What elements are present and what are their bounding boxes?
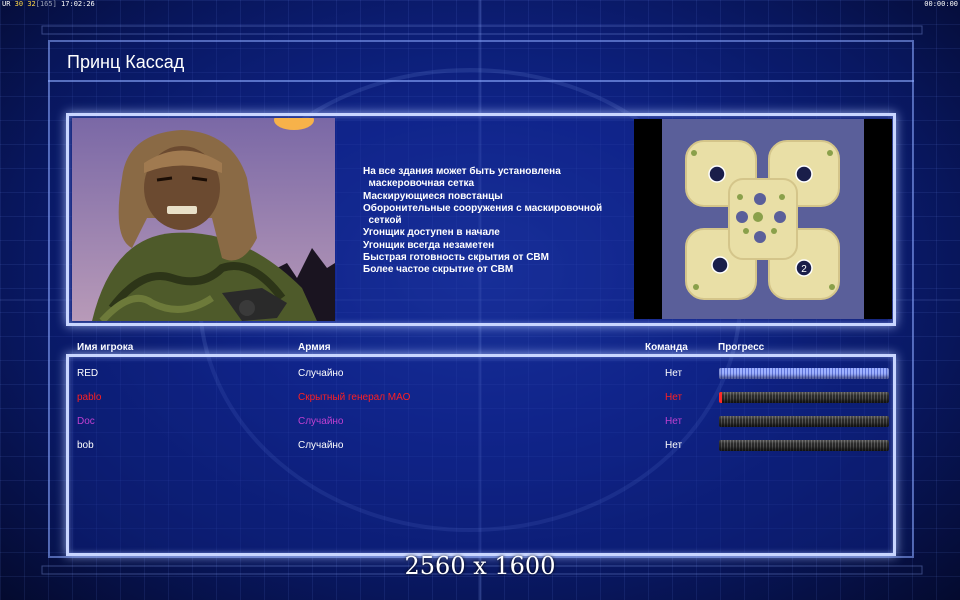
player-army: Случайно [298,368,344,379]
player-name: bob [77,440,94,451]
resolution-caption: 2560 x 1600 [404,552,556,580]
feature-item: сеткой [363,215,402,227]
feature-item: Угонщик всегда незаметен [363,239,495,251]
minimap-icon: 2 [634,119,892,319]
column-header-team: Команда [645,342,688,353]
player-name: RED [77,368,99,379]
player-name: Doc [77,416,95,427]
hud-resource-b: 32 [27,0,36,8]
page-title: Принц Кассад [67,52,185,72]
hud-timer: 00:00:00 [924,0,958,8]
player-army: Случайно [298,440,344,451]
player-army: Скрытный генерал МАО [298,392,411,403]
column-header-army: Армия [298,342,331,353]
feature-item: Быстрая готовность скрытия от СВМ [363,252,549,264]
player-row: Doc Случайно Нет [0,416,960,432]
hud-resource-c: [165] [35,0,57,8]
feature-item: Угонщик доступен в начале [363,227,500,239]
feature-item: маскеровочная сетка [363,178,475,190]
player-row: bob Случайно Нет [0,440,960,456]
column-header-name: Имя игрока [77,342,134,353]
player-row: pablo Скрытный генерал МАО Нет [0,392,960,408]
player-army: Случайно [298,416,344,427]
minimap-player-marker: 2 [801,264,807,275]
player-team: Нет [665,392,683,403]
feature-item: Маскирующиеся повстанцы [363,190,503,202]
feature-item: Более частое скрытие от СВМ [363,264,514,276]
feature-item: На все здания может быть установлена [363,166,561,177]
progress-bar [719,392,889,403]
hud-resource-label: UR [2,0,11,8]
general-feature-list: На все здания может быть установлена мас… [363,166,623,277]
player-team: Нет [665,440,683,451]
column-header-progress: Прогресс [718,342,765,353]
player-name: pablo [77,392,102,403]
player-team: Нет [665,416,683,427]
progress-start-marker [719,392,722,403]
progress-bar [719,368,889,379]
progress-bar [719,440,889,451]
hud-status: UR 30 32[165] 17:02:26 [2,0,95,9]
progress-fill [719,368,889,379]
feature-item: Оборонительные сооружения с маскировочно… [363,202,603,214]
player-team: Нет [665,368,683,379]
progress-bar [719,416,889,427]
hud-clock: 17:02:26 [61,0,95,8]
player-row: RED Случайно Нет [0,368,960,384]
hud-resource-a: 30 [14,0,24,8]
general-portrait-icon [72,118,335,321]
